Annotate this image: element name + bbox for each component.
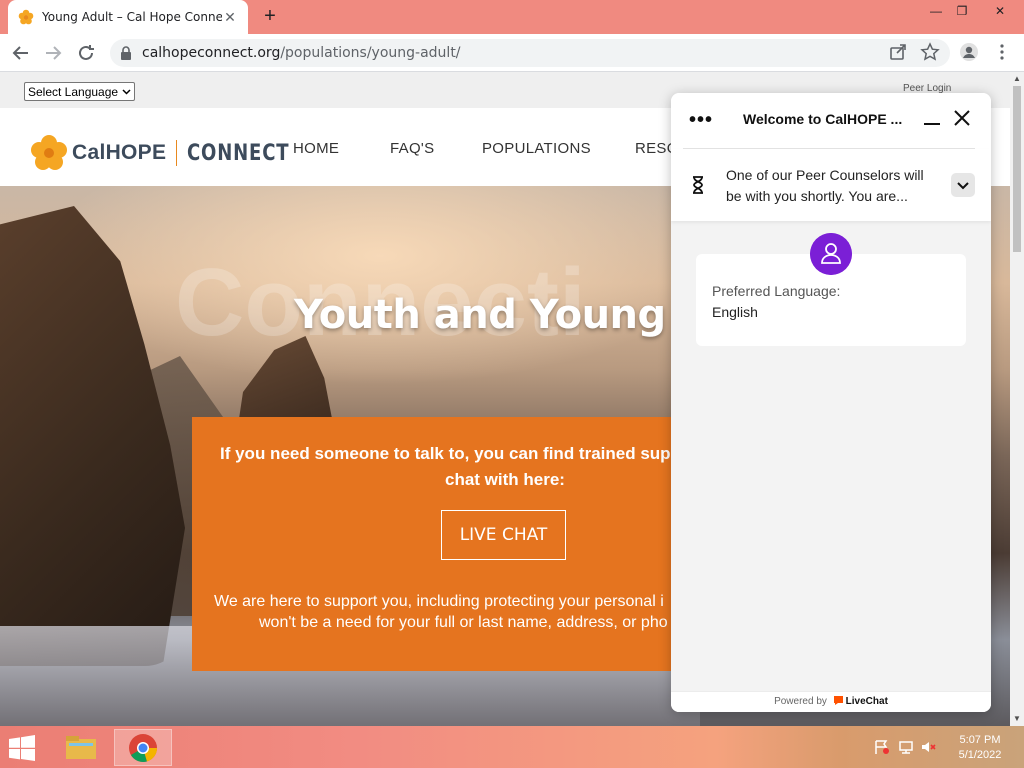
- expand-status-chevron-icon[interactable]: [951, 173, 975, 197]
- chat-header: ••• Welcome to CalHOPE ...: [671, 93, 991, 149]
- message-label: Preferred Language:: [712, 283, 841, 299]
- forward-icon[interactable]: [42, 42, 64, 64]
- logo-divider: [176, 140, 178, 166]
- queue-status-text: One of our Peer Counselors will be with …: [726, 165, 946, 207]
- logo-connect-text: CONNECT: [187, 140, 290, 166]
- callout-note-line2: won't be a need for your full or last na…: [259, 614, 668, 631]
- taskbar-clock[interactable]: 5:07 PM 5/1/2022: [944, 733, 1016, 763]
- url-path: /populations/young-adult/: [280, 45, 461, 61]
- chat-title: Welcome to CalHOPE ...: [743, 111, 903, 127]
- bookmark-star-icon[interactable]: [920, 42, 940, 62]
- address-bar[interactable]: calhopeconnect.org/populations/young-adu…: [110, 39, 950, 67]
- livechat-brand-text[interactable]: LiveChat: [846, 696, 888, 707]
- callout-text-line1: If you need someone to talk to, you can …: [220, 444, 681, 463]
- page-scrollbar[interactable]: ▲ ▼: [1010, 72, 1024, 726]
- logo-calhope-text: CalHOPE: [72, 141, 167, 164]
- powered-by-text: Powered by: [774, 696, 827, 707]
- taskbar-chrome[interactable]: [114, 729, 172, 766]
- livechat-logo-icon: [833, 696, 843, 705]
- language-select[interactable]: Select Language: [24, 82, 136, 101]
- action-center-flag-icon[interactable]: [874, 740, 890, 754]
- network-icon[interactable]: [898, 740, 914, 754]
- dropdown-arrow-icon: [122, 88, 131, 95]
- scroll-up-icon[interactable]: ▲: [1012, 74, 1022, 84]
- chat-messages: Preferred Language: English: [671, 221, 991, 691]
- browser-tab[interactable]: Young Adult – Cal Hope Connect ✕: [8, 0, 248, 34]
- clock-date: 5/1/2022: [958, 749, 1002, 761]
- tab-title: Young Adult – Cal Hope Connect: [42, 10, 222, 24]
- chat-queue-status: One of our Peer Counselors will be with …: [671, 149, 991, 221]
- callout-text-line2: chat with here:: [445, 470, 565, 489]
- restore-window-icon[interactable]: ❐: [946, 0, 978, 22]
- nav-faqs[interactable]: FAQ'S: [390, 140, 434, 157]
- new-tab-icon[interactable]: +: [259, 6, 281, 28]
- nav-home[interactable]: HOME: [293, 140, 339, 157]
- site-logo[interactable]: CalHOPE CONNECT: [30, 134, 312, 172]
- calhope-flower-icon: [18, 9, 34, 25]
- livechat-widget: ••• Welcome to CalHOPE ... One of our Pe…: [671, 93, 991, 712]
- close-chat-icon[interactable]: [953, 109, 971, 127]
- url-text: calhopeconnect.org/populations/young-adu…: [142, 45, 461, 61]
- minimize-chat-icon[interactable]: [923, 109, 941, 127]
- profile-icon[interactable]: [959, 42, 979, 62]
- callout-note-line1: We are here to support you, including pr…: [214, 593, 664, 610]
- windows-taskbar: 5:07 PM 5/1/2022: [0, 726, 1024, 768]
- hourglass-icon: [693, 176, 703, 194]
- live-chat-button[interactable]: LIVE CHAT: [441, 510, 566, 560]
- more-options-icon[interactable]: •••: [689, 110, 713, 130]
- queue-status-line2: be with you shortly. You are...: [726, 188, 908, 204]
- language-select-value: Select Language: [28, 84, 119, 99]
- chat-footer: Powered by LiveChat: [671, 691, 991, 712]
- tab-close-icon[interactable]: ✕: [222, 9, 238, 25]
- browser-menu-icon[interactable]: [992, 42, 1012, 62]
- back-icon[interactable]: [10, 42, 32, 64]
- nav-populations[interactable]: POPULATIONS: [482, 140, 591, 157]
- calhope-flower-icon: [31, 135, 67, 170]
- clock-time: 5:07 PM: [959, 734, 1001, 746]
- queue-status-line1: One of our Peer Counselors will: [726, 167, 924, 183]
- scrollbar-thumb[interactable]: [1013, 86, 1021, 252]
- volume-muted-icon[interactable]: [921, 740, 937, 754]
- background-cliff: [0, 206, 185, 666]
- url-host: calhopeconnect.org: [142, 45, 281, 61]
- share-icon[interactable]: [888, 42, 908, 62]
- live-chat-callout: If you need someone to talk to, you can …: [192, 417, 692, 671]
- browser-toolbar: calhopeconnect.org/populations/young-adu…: [0, 34, 1024, 72]
- taskbar-file-explorer[interactable]: [52, 729, 110, 766]
- chrome-icon: [129, 734, 158, 763]
- windows-start-icon[interactable]: [8, 735, 36, 761]
- reload-icon[interactable]: [75, 42, 97, 64]
- lock-icon: [121, 46, 131, 60]
- message-value: English: [712, 304, 758, 320]
- close-window-icon[interactable]: ✕: [984, 0, 1016, 22]
- file-explorer-icon: [66, 736, 96, 759]
- scroll-down-icon[interactable]: ▼: [1012, 714, 1022, 724]
- browser-titlebar: Young Adult – Cal Hope Connect ✕ + — ❐ ✕: [0, 0, 1024, 34]
- agent-avatar-icon: [810, 233, 852, 275]
